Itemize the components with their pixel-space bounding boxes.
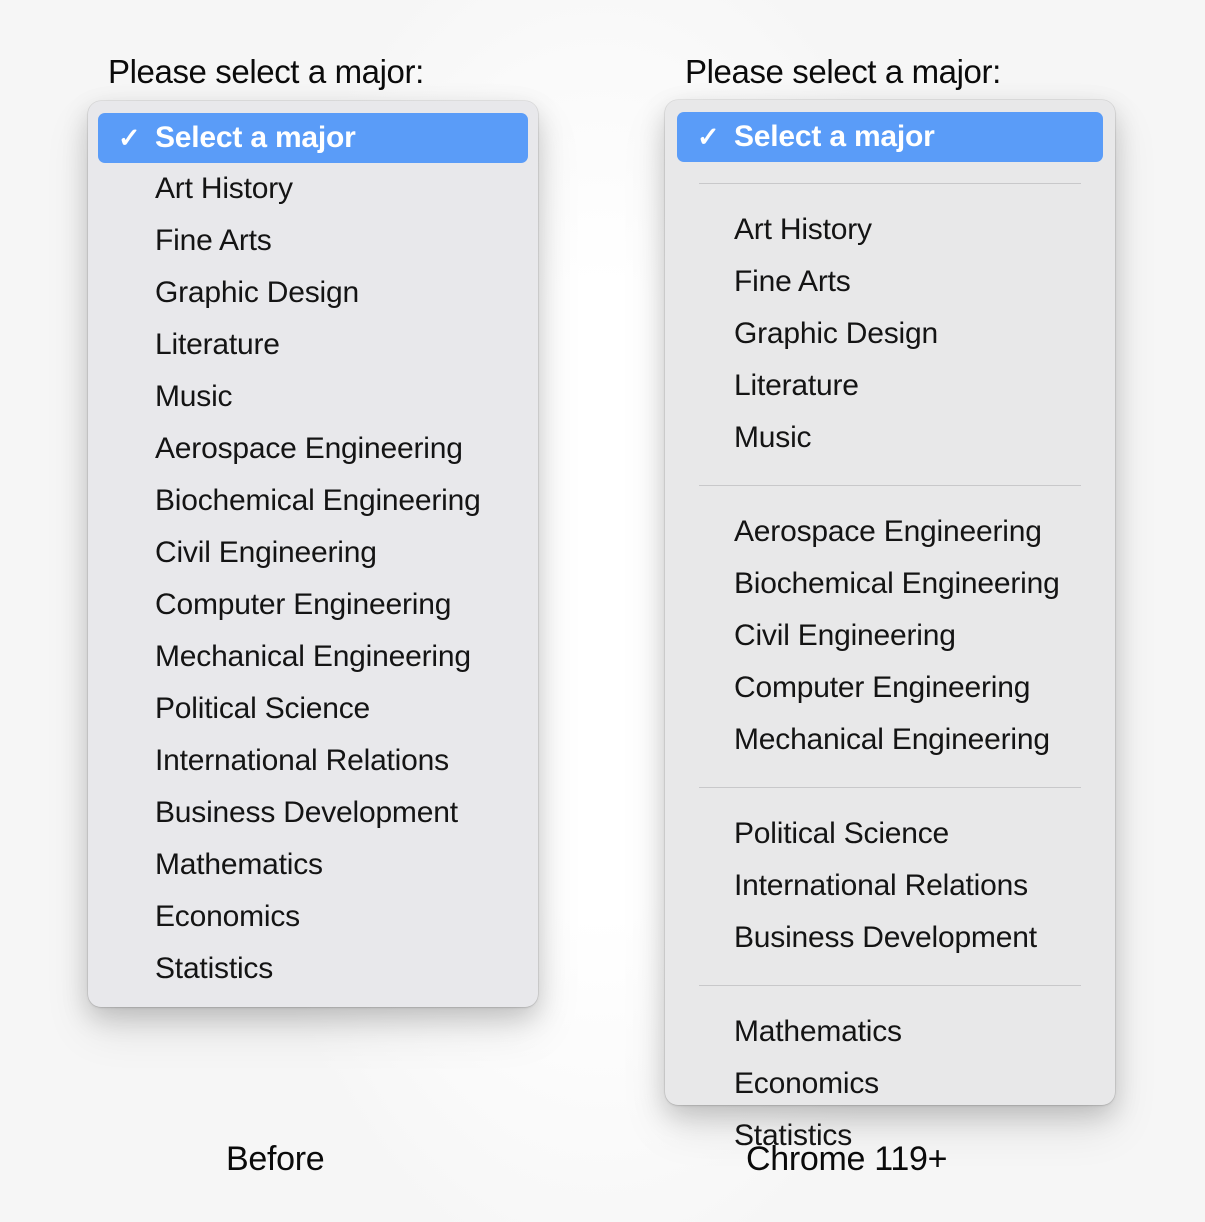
option-label: Business Development: [155, 796, 458, 829]
option-label: Literature: [155, 328, 280, 361]
list-item[interactable]: Business Development: [677, 912, 1103, 964]
list-item[interactable]: Literature: [98, 319, 528, 371]
list-item[interactable]: Biochemical Engineering: [98, 475, 528, 527]
option-label: Business Development: [734, 921, 1037, 954]
list-item[interactable]: Computer Engineering: [677, 662, 1103, 714]
list-item[interactable]: Mathematics: [677, 1006, 1103, 1058]
option-label: Biochemical Engineering: [155, 484, 481, 517]
option-label: Political Science: [734, 817, 950, 850]
option-label: International Relations: [155, 744, 449, 777]
option-label: Fine Arts: [734, 265, 851, 298]
list-item[interactable]: Civil Engineering: [98, 527, 528, 579]
option-label: International Relations: [734, 869, 1028, 902]
list-item[interactable]: Mathematics: [98, 839, 528, 891]
before-option-selected-label: Select a major: [155, 121, 356, 154]
option-label: Aerospace Engineering: [155, 432, 463, 465]
list-item[interactable]: Aerospace Engineering: [98, 423, 528, 475]
list-item[interactable]: Statistics: [98, 943, 528, 995]
chrome-option-selected[interactable]: ✓ Select a major: [677, 112, 1103, 162]
list-item[interactable]: Music: [677, 412, 1103, 464]
option-label: Literature: [734, 369, 859, 402]
list-item[interactable]: Biochemical Engineering: [677, 558, 1103, 610]
chrome-select-popup[interactable]: ✓ Select a major Art History Fine Arts G…: [665, 100, 1115, 1152]
option-label: Computer Engineering: [155, 588, 452, 621]
list-item[interactable]: Computer Engineering: [98, 579, 528, 631]
option-group-social-sciences: Political Science International Relation…: [665, 808, 1115, 964]
list-item[interactable]: Business Development: [98, 787, 528, 839]
list-item[interactable]: Civil Engineering: [677, 610, 1103, 662]
option-label: Mechanical Engineering: [734, 723, 1050, 756]
option-label: Fine Arts: [155, 224, 272, 257]
chrome-caption: Chrome 119+: [746, 1140, 948, 1178]
list-item[interactable]: Fine Arts: [98, 215, 528, 267]
option-label: Aerospace Engineering: [734, 515, 1042, 548]
list-item[interactable]: Literature: [677, 360, 1103, 412]
checkmark-icon: ✓: [697, 122, 720, 152]
checkmark-icon: ✓: [118, 123, 141, 153]
list-item[interactable]: International Relations: [677, 860, 1103, 912]
option-label: Civil Engineering: [734, 619, 956, 652]
option-label: Music: [155, 380, 233, 413]
option-label: Mathematics: [155, 848, 323, 881]
list-item[interactable]: Graphic Design: [677, 308, 1103, 360]
list-item[interactable]: Fine Arts: [677, 256, 1103, 308]
chrome-option-selected-label: Select a major: [734, 120, 935, 153]
option-label: Economics: [155, 900, 300, 933]
option-label: Art History: [155, 172, 293, 205]
option-label: Biochemical Engineering: [734, 567, 1060, 600]
option-label: Statistics: [155, 952, 274, 985]
list-item[interactable]: Graphic Design: [98, 267, 528, 319]
option-label: Political Science: [155, 692, 371, 725]
option-label: Mechanical Engineering: [155, 640, 471, 673]
chrome-prompt-label: Please select a major:: [685, 53, 1001, 90]
list-item[interactable]: Art History: [98, 163, 528, 215]
list-item[interactable]: Economics: [677, 1058, 1103, 1110]
list-item[interactable]: Music: [98, 371, 528, 423]
before-option-selected[interactable]: ✓ Select a major: [98, 113, 528, 163]
option-label: Graphic Design: [734, 317, 938, 350]
option-label: Mathematics: [734, 1015, 902, 1048]
before-caption: Before: [226, 1140, 325, 1178]
option-label: Music: [734, 421, 812, 454]
option-label: Graphic Design: [155, 276, 359, 309]
option-group-arts: Art History Fine Arts Graphic Design Lit…: [665, 204, 1115, 464]
option-label: Art History: [734, 213, 872, 246]
list-item[interactable]: Aerospace Engineering: [677, 506, 1103, 558]
option-label: Economics: [734, 1067, 879, 1100]
list-item[interactable]: Economics: [98, 891, 528, 943]
list-item[interactable]: International Relations: [98, 735, 528, 787]
list-item[interactable]: Mechanical Engineering: [677, 714, 1103, 766]
list-item[interactable]: Political Science: [98, 683, 528, 735]
list-item[interactable]: Mechanical Engineering: [98, 631, 528, 683]
list-item[interactable]: Political Science: [677, 808, 1103, 860]
option-group-engineering: Aerospace Engineering Biochemical Engine…: [665, 506, 1115, 766]
option-label: Civil Engineering: [155, 536, 377, 569]
before-select-popup[interactable]: ✓ Select a major Art History Fine Arts G…: [88, 101, 538, 1007]
option-label: Computer Engineering: [734, 671, 1031, 704]
list-item[interactable]: Art History: [677, 204, 1103, 256]
before-prompt-label: Please select a major:: [108, 53, 424, 90]
page-background: Please select a major: ✓ Select a major …: [0, 0, 1205, 1222]
